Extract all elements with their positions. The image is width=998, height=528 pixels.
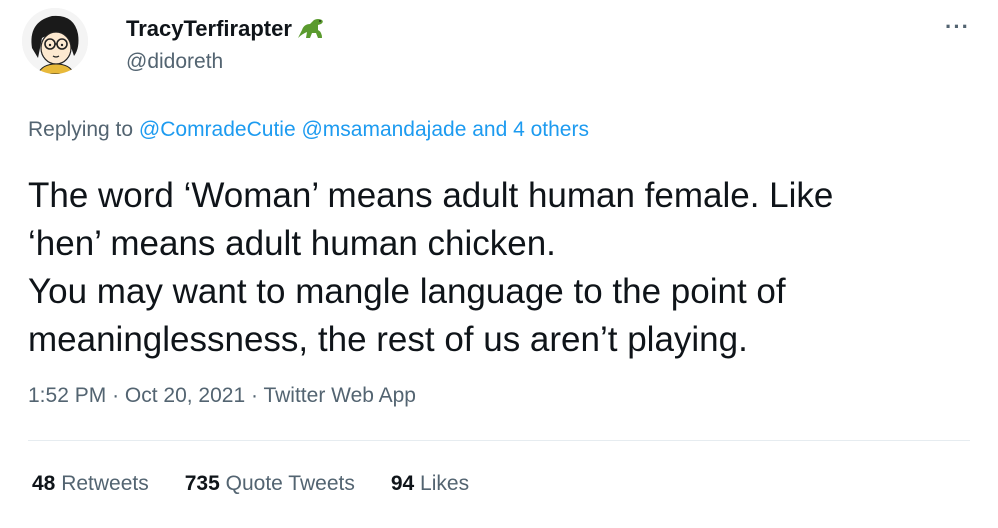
retweets-label: Retweets — [61, 472, 149, 495]
tweet-line: ‘hen’ means adult human chicken. — [28, 224, 556, 263]
reply-user-link[interactable]: @msamandajade — [301, 118, 466, 141]
reply-others-link[interactable]: and 4 others — [472, 118, 589, 141]
replying-to: Replying to @ComradeCutie @msamandajade … — [28, 118, 589, 142]
tweet-source[interactable]: Twitter Web App — [263, 384, 416, 407]
tweet-date[interactable]: Oct 20, 2021 — [125, 384, 245, 407]
tweet-time[interactable]: 1:52 PM — [28, 384, 106, 407]
display-name[interactable]: TracyTerfirapter — [126, 16, 292, 42]
tweet-line: meaninglessness, the rest of us aren’t p… — [28, 320, 748, 359]
avatar[interactable] — [22, 8, 88, 74]
author-row: TracyTerfirapter — [126, 16, 326, 42]
tweet-line: You may want to mangle language to the p… — [28, 272, 786, 311]
quote-tweets-label: Quote Tweets — [225, 472, 355, 495]
cartoon-avatar-icon — [22, 8, 88, 74]
tweet-text: The word ‘Woman’ means adult human femal… — [28, 172, 968, 364]
likes-stat[interactable]: 94 Likes — [391, 472, 469, 496]
dinosaur-emoji-icon — [297, 19, 323, 38]
quote-tweets-count: 735 — [184, 472, 220, 495]
more-options-icon[interactable]: ··· — [945, 14, 970, 40]
divider — [28, 440, 970, 441]
separator: · — [112, 384, 120, 407]
tweet-meta: 1:52 PM · Oct 20, 2021 · Twitter Web App — [28, 384, 416, 408]
user-handle[interactable]: @didoreth — [126, 50, 223, 74]
reply-user-link[interactable]: @ComradeCutie — [139, 118, 296, 141]
likes-label: Likes — [420, 472, 470, 495]
tweet-stats: 48 Retweets 735 Quote Tweets 94 Likes — [32, 472, 469, 496]
likes-count: 94 — [390, 472, 415, 495]
retweets-count: 48 — [32, 472, 56, 495]
tweet-line: The word ‘Woman’ means adult human femal… — [28, 176, 834, 215]
retweets-stat[interactable]: 48 Retweets — [32, 472, 149, 496]
replying-prefix: Replying to — [28, 118, 134, 141]
separator: · — [251, 384, 258, 407]
quote-tweets-stat[interactable]: 735 Quote Tweets — [185, 472, 355, 496]
